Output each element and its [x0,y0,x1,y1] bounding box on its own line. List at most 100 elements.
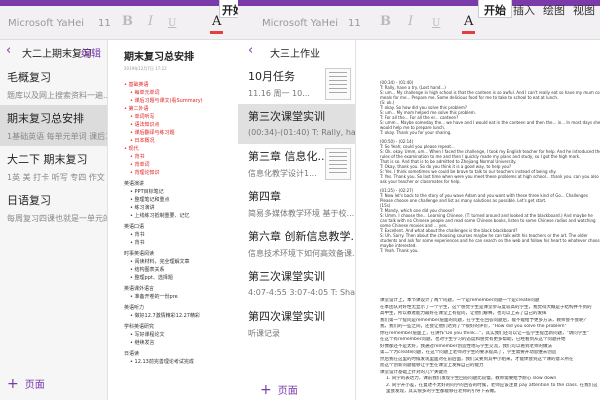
page-item-third-practice-2[interactable]: 第三次课堂实训 4:07-4:55 3:07-4:05 T: Sha... [238,264,355,304]
page-item-title: 第四章 [248,190,281,203]
note-canvas-left[interactable]: 期末复习总安排 2019年12月7日 17:22 • 基础英语 • 每单元单词 • … [108,40,238,400]
page-item-preview: 信息技术环境下如何高效备课... [248,249,355,258]
page-list: 毛概复习 题库以及网上搜索资料一遍... 期末复习总安排 1基础英语 每单元单词… [0,64,107,228]
outline-line: • 背书 [130,240,145,246]
add-page-button[interactable]: + 页面 [7,376,45,392]
transcript-line: T: Yeah. Thank you. [380,248,419,253]
tab-insert[interactable]: 插入 [508,0,540,18]
italic-button[interactable]: I [408,14,413,29]
page-item-fourth-practice[interactable]: 第四次课堂实训 听课记录 [238,304,355,344]
page-item-chapter-six[interactable]: 第六章 创新信息教学... 信息技术环境下如何高效备课... [238,224,355,264]
outline-line: • 每单元单词 [130,90,160,96]
outline-line: • 课后翻译与练习题 [130,130,175,136]
tab-home[interactable]: 开始 [219,0,238,18]
outline-line: • 整理笔记和重点 [130,197,170,203]
page-item-title: 日语复习 [7,194,51,207]
note-date: 2019年12月7日 17:22 [124,66,167,71]
note-title: 期末复习总安排 [124,52,194,63]
reflection-line: 里会发现，其实很多的学生都能够在老师的引导下去做。 [386,389,499,394]
text-color-button[interactable]: A [461,14,476,34]
outline-line: • 练习演讲 [130,205,155,211]
title-bar-left [0,0,238,6]
outline-line: • 12.13前完善理论考试完成 [130,359,194,365]
page-item-preview: (00:34)-(01:40) T: Rally, hav... [248,128,355,137]
outline-line: • 第二外语 [124,106,149,112]
outline-line: • 上线练习抵制重要、记忆 [130,213,190,219]
page-item-title: 第六章 创新信息教学... [248,230,355,243]
edit-button[interactable]: 编辑 [81,45,101,60]
ribbon-left: Microsoft YaHei 11 B I U A 开始 [0,0,238,40]
section-header: ‹ 大三上作业 [238,40,355,62]
outline-line: • 单词听写 [130,114,155,120]
page-item-maogai[interactable]: 毛概复习 题库以及网上搜索资料一遍... [0,64,107,105]
page-item-preview: 题库以及网上搜索资料一遍... [7,91,107,100]
page-item-chapter-four[interactable]: 第四章 简易多媒体教学环境 基于校... [238,184,355,224]
add-page-button[interactable]: + 页面 [260,382,298,398]
outline-line: 时事英语阅读 [124,251,155,257]
outline-line: 日语读 [124,351,140,357]
page-item-title: 第三次课堂实训 [248,110,325,123]
underline-button[interactable]: U [168,18,176,29]
page-item-sophomore-review[interactable]: 大二下 期末复习 1英 美 打卡 听写 专四 作文 (X... [0,146,107,187]
outline-line: • 结构图表关系 [130,267,165,273]
outline-line: • 基础英语 [124,82,149,88]
font-name-field[interactable]: Microsoft YaHei [8,18,84,29]
outline-line: • 整理ppt、选择题 [130,275,173,281]
tab-home[interactable]: 开始 [478,0,512,18]
reflection-text: 课堂设计上，本节课设计了两个问题，一个是remember问题一个是create问… [380,298,600,396]
page-list: 10月任务 11.16 周一 10... 第三次课堂实训 (00:34)-(01… [238,64,355,344]
underline-button[interactable]: U [432,18,440,29]
outline-line: • 阅读材料，完全理解文章 [130,259,190,265]
page-item-preview: 1基础英语 每单元单词 课后习... [7,132,107,141]
outline-line: • 继续发言 [130,340,155,346]
font-size-field[interactable]: 11 [98,18,111,29]
outline-line: • 写好课程论文 [130,332,165,338]
plus-icon: + [7,376,19,392]
italic-button[interactable]: I [148,14,153,29]
outline-line: • 现代 [124,146,139,152]
add-page-label: 页面 [24,380,45,391]
page-item-title: 大二下 期末复习 [7,153,88,166]
plus-icon: + [260,382,272,398]
outline-line: • 语法知识点 [130,122,160,128]
transcript-text: (00:34) - (01:40) T: Rally, have a try. (… [380,80,600,253]
outline-line: • PPT目标笔记 [130,189,164,195]
page-list-panel: ‹ 大二上期末复习 编辑 毛概复习 题库以及网上搜索资料一遍... 期末复习总安… [0,40,108,400]
ribbon-right: Microsoft YaHei 11 B I U A 开始 插入 绘图 视图 [238,0,600,40]
note-canvas-right[interactable]: (00:34) - (01:40) T: Rally, have a try. (… [356,40,600,400]
add-page-label: 页面 [277,386,298,397]
outline-line: 英语课外语言 [124,286,155,292]
outline-line: • 背书 [130,154,145,160]
tab-draw[interactable]: 绘图 [538,0,570,18]
page-thumbnail [325,148,351,180]
outline-line: • 日本概况 [130,138,155,144]
outline-line: 英语口语 [124,224,145,230]
bold-button[interactable]: B [122,14,133,29]
page-item-japanese-review[interactable]: 日语复习 每周复习四课也就是一单元的... [0,187,107,228]
page-item-preview: 1英 美 打卡 听写 专四 作文 (X... [7,173,107,182]
page-item-title: 毛概复习 [7,71,51,84]
page-item-preview: 每周复习四课也就是一单元的... [7,214,107,223]
page-item-title: 期末复习总安排 [7,112,84,125]
font-name-field[interactable]: Microsoft YaHei [262,18,338,29]
back-arrow-icon[interactable]: ‹ [248,43,253,58]
page-item-preview: 听课记录 [248,329,280,338]
outline-line: • 准备开卷的一份pre [130,294,178,300]
outline-line: • 做好12.7激情精彩12.27精彩 [130,313,200,319]
section-title: 大三上作业 [270,49,320,60]
page-item-october-tasks[interactable]: 10月任务 11.16 周一 10... [238,64,355,104]
back-arrow-icon[interactable]: ‹ [6,43,11,58]
outline-line: • 背理论知识 [130,170,160,176]
font-size-field[interactable]: 11 [348,18,361,29]
page-item-chapter-three[interactable]: 第三章 信息化... 信息化教学设计1... [238,144,355,184]
page-item-final-review-plan[interactable]: 期末复习总安排 1基础英语 每单元单词 课后习... [0,105,107,146]
page-item-preview: 4:07-4:55 3:07-4:05 T: Sha... [248,288,355,297]
section-header: ‹ 大二上期末复习 编辑 [0,40,107,62]
tab-view[interactable]: 视图 [568,0,600,18]
page-item-title: 第四次课堂实训 [248,310,325,323]
screenshot-stage: Microsoft YaHei 11 B I U A 开始 ‹ 大二上期末复习 … [0,0,600,400]
bold-button[interactable]: B [380,14,391,29]
note-outline: • 基础英语 • 每单元单词 • 课后习题与课文(看Summary) • 第二外语 • … [124,81,230,366]
outline-line: • 背书 [130,232,145,238]
page-item-third-practice[interactable]: 第三次课堂实训 (00:34)-(01:40) T: Rally, hav... [238,104,355,144]
